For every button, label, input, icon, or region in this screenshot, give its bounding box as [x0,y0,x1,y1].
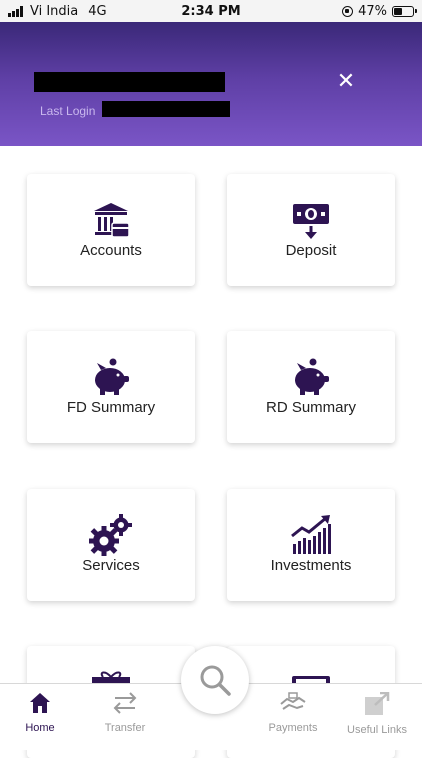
bank-icon [94,203,130,238]
growth-chart-icon [291,515,331,554]
payments-icon [280,692,306,710]
tile-services[interactable]: Services [27,489,195,601]
tile-deposit[interactable]: Deposit [227,174,395,286]
orientation-lock-icon [342,6,354,17]
last-login-label: Last Login [40,104,96,118]
nav-useful-links[interactable]: Useful Links [337,692,417,736]
tile-label: Investments [270,557,352,574]
nav-home[interactable]: Home [0,692,80,734]
tile-accounts[interactable]: Accounts [27,174,195,286]
nav-payments[interactable]: Payments [253,692,333,734]
tile-label: Deposit [285,242,337,259]
nav-label: Useful Links [347,724,407,736]
battery-percent: 47% [358,4,387,19]
gears-icon [89,514,132,556]
piggy-bank-icon [95,358,129,395]
tile-label: Services [82,557,140,574]
external-link-icon [365,692,390,715]
tile-label: Accounts [80,242,142,259]
redacted-last-login [102,101,230,117]
search-icon [200,665,231,696]
search-button[interactable] [181,646,249,714]
close-icon[interactable]: ✕ [335,71,357,93]
status-bar: Vi India 4G 2:34 PM 47% [0,0,422,22]
nav-label: Home [25,722,55,734]
tile-investments[interactable]: Investments [227,489,395,601]
status-right: 47% [342,4,417,19]
nav-label: Transfer [104,722,146,734]
battery-icon [392,6,417,17]
nav-transfer[interactable]: Transfer [85,692,165,734]
home-icon [30,693,50,713]
gift-icon [92,671,130,684]
transfer-icon [113,692,137,714]
battery-level [394,8,402,15]
tile-label: RD Summary [265,399,356,416]
redacted-user-name [34,72,225,92]
deposit-icon [293,204,329,239]
tile-rd-summary[interactable]: RD Summary [227,331,395,443]
piggy-bank-icon [295,358,329,395]
nav-label: Payments [268,722,318,734]
profile-header: Last Login ✕ [0,22,422,146]
tile-label: FD Summary [66,399,156,416]
tile-fd-summary[interactable]: FD Summary [27,331,195,443]
